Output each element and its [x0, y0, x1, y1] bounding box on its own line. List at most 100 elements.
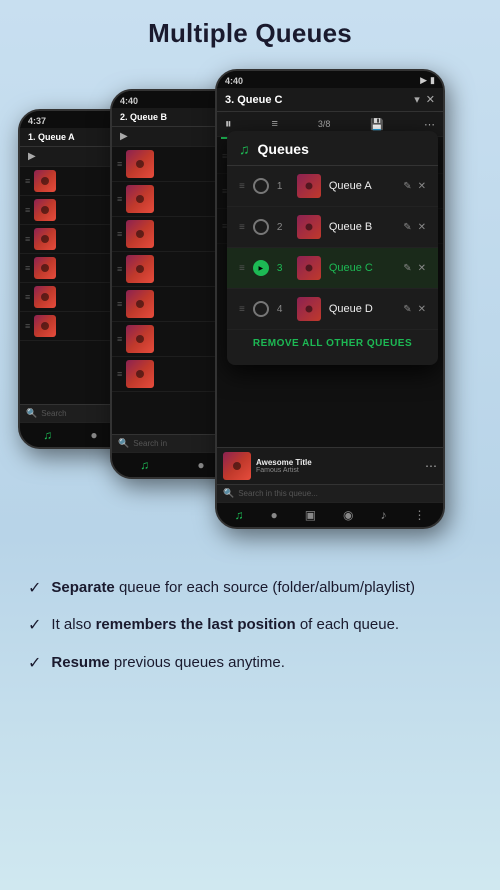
now-playing-thumb: [223, 452, 251, 480]
edit-icon[interactable]: ✎: [403, 263, 411, 274]
queues-overlay-icon: ♫: [239, 141, 250, 157]
drag-icon: ≡: [25, 292, 30, 302]
drag-icon: ≡: [25, 205, 30, 215]
drag-icon: ≡: [117, 229, 122, 239]
queue-item-c[interactable]: ≡ 3 Queue C ✎ ✕: [227, 248, 438, 289]
queue-item-d[interactable]: ≡ 4 Queue D ✎ ✕: [227, 289, 438, 330]
track-thumb: [34, 228, 56, 250]
track-thumb: [126, 290, 154, 318]
bullet-item-1: ✓ Separate queue for each source (folder…: [28, 577, 472, 600]
phone3-status-bar: 4:40 ▶ ▮: [217, 71, 443, 88]
queue-item-a[interactable]: ≡ 1 Queue A ✎ ✕: [227, 166, 438, 207]
close-icon[interactable]: ✕: [426, 93, 435, 106]
track-thumb: [34, 170, 56, 192]
drag-icon: ≡: [25, 321, 30, 331]
queue-icon[interactable]: ♫: [140, 458, 149, 472]
queue-c-actions: ✎ ✕: [403, 263, 426, 274]
checkmark-icon: ✓: [28, 653, 41, 675]
phone3-status-icons: ▶ ▮: [420, 75, 435, 86]
checkmark-icon: ✓: [28, 615, 41, 637]
drag-icon: ≡: [117, 369, 122, 379]
phone3-queue-name: 3. Queue C: [225, 94, 282, 106]
track-thumb: [126, 325, 154, 353]
now-playing-artist: Famous Artist: [256, 467, 420, 474]
queues-overlay-title: Queues: [258, 141, 309, 157]
checkmark-icon: ✓: [28, 578, 41, 600]
queue-icon[interactable]: ♫: [43, 428, 52, 442]
track-thumb: [34, 286, 56, 308]
delete-icon[interactable]: ✕: [418, 263, 426, 274]
track-thumb: [126, 150, 154, 178]
bullet-text-2: It also remembers the last position of e…: [51, 614, 399, 635]
track-thumb: [34, 257, 56, 279]
sort-icon[interactable]: ≡: [271, 118, 277, 130]
queue-d-thumb: [297, 297, 321, 321]
queue-d-circle: [253, 301, 269, 317]
user-nav-icon[interactable]: ◉: [343, 508, 353, 522]
track-thumb: [126, 185, 154, 213]
drag-icon: ≡: [239, 181, 245, 192]
drag-icon: ≡: [25, 176, 30, 186]
queue-c-name: Queue C: [329, 262, 395, 274]
track-thumb: [126, 220, 154, 248]
drag-icon: ≡: [117, 334, 122, 344]
signal-icon: ▶: [420, 75, 427, 86]
drag-icon: ≡: [117, 264, 122, 274]
chevron-down-icon[interactable]: ▾: [414, 93, 420, 106]
phone3-search-placeholder: Search in this queue...: [238, 489, 318, 498]
pause-icon[interactable]: ⏸: [225, 116, 232, 132]
now-playing-strip: Awesome Title Famous Artist ⋯: [217, 447, 443, 484]
phone1-search-placeholder: Search: [41, 409, 66, 418]
drag-icon: ≡: [239, 263, 245, 274]
battery-icon: ▮: [430, 75, 435, 86]
drag-icon: ≡: [239, 222, 245, 233]
phone1-play-icon[interactable]: ▶: [28, 151, 36, 162]
queue-item-b[interactable]: ≡ 2 Queue B ✎ ✕: [227, 207, 438, 248]
play-icon[interactable]: ●: [197, 458, 204, 472]
play-icon[interactable]: ●: [90, 428, 97, 442]
queue-a-num: 1: [277, 181, 289, 192]
phone1-queue-name: 1. Queue A: [28, 132, 75, 142]
queue-nav-icon[interactable]: ♫: [234, 508, 243, 522]
save-icon[interactable]: 💾: [370, 118, 384, 131]
play-nav-icon[interactable]: ●: [270, 508, 277, 522]
phones-area: 4:37 ▶ 1. Queue A ▶ ≡ ≡ ≡ ≡: [0, 59, 500, 559]
folder-nav-icon[interactable]: ▣: [305, 508, 316, 522]
queue-c-thumb: [297, 256, 321, 280]
drag-icon: ≡: [117, 299, 122, 309]
more-nav-icon[interactable]: ⋮: [413, 508, 425, 522]
music-nav-icon[interactable]: ♪: [381, 508, 387, 522]
edit-icon[interactable]: ✎: [403, 304, 411, 315]
queue-d-num: 4: [277, 304, 289, 315]
delete-icon[interactable]: ✕: [418, 181, 426, 192]
drag-icon: ≡: [25, 234, 30, 244]
phone2-search-placeholder: Search in: [133, 439, 167, 448]
phone3-time: 4:40: [225, 76, 243, 86]
track-thumb: [126, 255, 154, 283]
feature-bullets: ✓ Separate queue for each source (folder…: [0, 559, 500, 699]
bullet-item-2: ✓ It also remembers the last position of…: [28, 614, 472, 637]
queue-a-circle: [253, 178, 269, 194]
bullet-item-3: ✓ Resume previous queues anytime.: [28, 652, 472, 675]
more-icon[interactable]: ⋯: [425, 459, 437, 473]
delete-icon[interactable]: ✕: [418, 304, 426, 315]
remove-all-queues-button[interactable]: REMOVE ALL OTHER QUEUES: [227, 330, 438, 357]
phone3-search-bar[interactable]: 🔍 Search in this queue...: [217, 484, 443, 502]
edit-icon[interactable]: ✎: [403, 181, 411, 192]
drag-icon: ≡: [239, 304, 245, 315]
track-thumb: [34, 315, 56, 337]
queue-d-actions: ✎ ✕: [403, 304, 426, 315]
queue-b-circle: [253, 219, 269, 235]
queue-c-num: 3: [277, 263, 289, 274]
queue-b-actions: ✎ ✕: [403, 222, 426, 233]
queue-c-circle: [253, 260, 269, 276]
delete-icon[interactable]: ✕: [418, 222, 426, 233]
drag-icon: ≡: [117, 159, 122, 169]
phone2-time: 4:40: [120, 96, 138, 106]
now-playing-info: Awesome Title Famous Artist: [256, 458, 420, 474]
edit-icon[interactable]: ✎: [403, 222, 411, 233]
phone2-play-icon[interactable]: ▶: [120, 131, 128, 142]
more-icon[interactable]: ⋯: [424, 118, 435, 131]
drag-icon: ≡: [117, 194, 122, 204]
queue-d-name: Queue D: [329, 303, 395, 315]
